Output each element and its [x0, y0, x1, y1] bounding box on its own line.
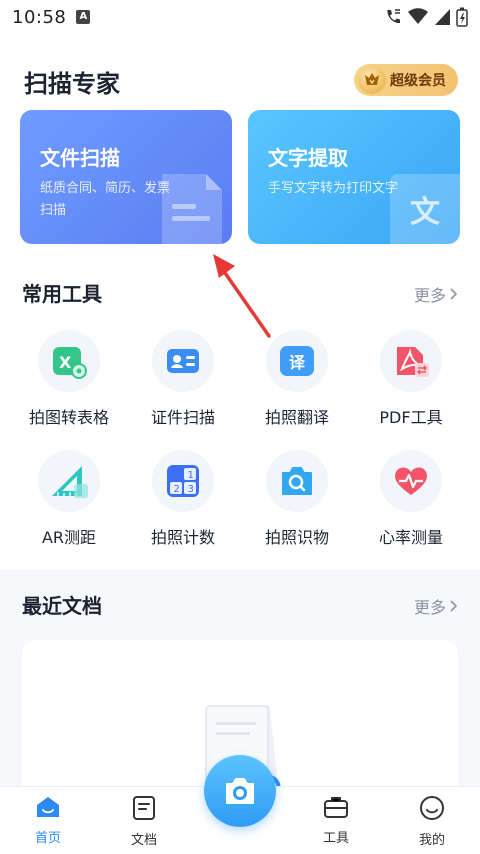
chevron-right-icon — [450, 600, 458, 612]
status-bar: 10:58 A — [0, 0, 480, 34]
nav-mine-label: 我的 — [418, 833, 445, 848]
nav-docs-label: 文档 — [130, 833, 157, 848]
tool-label: 拍照识物 — [264, 528, 329, 547]
ruler-icon — [38, 450, 100, 512]
annotation-arrow — [213, 254, 271, 338]
document-list-icon — [133, 796, 155, 820]
pdf-icon — [380, 330, 442, 392]
text-extract-title: 文字提取 — [268, 146, 348, 170]
nav-tools-label: 工具 — [322, 831, 349, 846]
tool-id-scan[interactable]: 证件扫描 — [126, 330, 240, 428]
document-icon — [162, 174, 222, 244]
heart-rate-icon — [380, 450, 442, 512]
object-recognition-icon — [266, 450, 328, 512]
count-icon: 123 — [152, 450, 214, 512]
tool-ar-measure[interactable]: AR测距 — [12, 450, 126, 548]
profile-smile-icon — [420, 796, 444, 820]
tool-label: 拍图转表格 — [28, 408, 109, 427]
tool-label: PDF工具 — [379, 408, 443, 427]
svg-text:1: 1 — [188, 470, 194, 481]
home-icon — [37, 797, 59, 817]
battery-icon — [456, 7, 468, 27]
file-scan-card[interactable]: 文件扫描 纸质合同、简历、发票扫描 — [20, 110, 232, 244]
tool-count[interactable]: 123 拍照计数 — [126, 450, 240, 548]
toolbox-icon — [324, 797, 348, 818]
status-time: 10:58 — [12, 6, 67, 28]
status-icons — [384, 7, 468, 27]
tool-object-recognition[interactable]: 拍照识物 — [240, 450, 354, 548]
tool-label: 拍照计数 — [150, 528, 215, 547]
table-scan-icon: X — [38, 330, 100, 392]
wifi-icon — [408, 8, 428, 24]
tool-label: 拍照翻译 — [264, 408, 329, 427]
tool-table-scan[interactable]: X 拍图转表格 — [12, 330, 126, 428]
tools-more-link[interactable]: 更多 — [414, 282, 458, 306]
recent-section-title: 最近文档 — [22, 594, 102, 618]
nav-home-label: 首页 — [34, 831, 61, 846]
nav-home[interactable]: 首页 — [8, 795, 88, 846]
text-scan-glyph: 文 — [410, 195, 440, 230]
file-scan-desc: 纸质合同、简历、发票扫描 — [40, 181, 171, 218]
signal-icon — [435, 9, 450, 25]
nav-mine[interactable]: 我的 — [392, 795, 472, 848]
tool-translate[interactable]: 译 拍照翻译 — [240, 330, 354, 428]
text-scan-icon: 文 — [390, 174, 460, 244]
camera-scan-button[interactable] — [204, 755, 276, 827]
nav-docs[interactable]: 文档 — [104, 795, 184, 848]
tool-label: 心率测量 — [378, 528, 443, 547]
nav-tools[interactable]: 工具 — [296, 795, 376, 846]
tool-heart-rate[interactable]: 心率测量 — [354, 450, 468, 548]
file-scan-title: 文件扫描 — [40, 146, 120, 170]
app-screen: 10:58 A 扫描专家 超级会员 文件扫描 纸质合同、简历、发票扫描 文字提取… — [0, 0, 480, 854]
recent-more-link[interactable]: 更多 — [414, 594, 458, 618]
svg-text:2: 2 — [174, 484, 180, 495]
svg-text:X: X — [59, 353, 72, 372]
tool-label: AR测距 — [41, 528, 97, 547]
tool-label: 证件扫描 — [150, 408, 215, 427]
vip-badge-button[interactable]: 超级会员 — [354, 64, 458, 96]
page-title: 扫描专家 — [24, 70, 120, 98]
text-extract-card[interactable]: 文字提取 手写文字转为打印文字 文 — [248, 110, 460, 244]
svg-text:3: 3 — [188, 484, 194, 495]
tool-pdf[interactable]: PDF工具 — [354, 330, 468, 428]
vip-crown-icon — [358, 66, 386, 94]
text-extract-desc: 手写文字转为打印文字 — [268, 181, 399, 196]
call-icon — [387, 9, 400, 24]
header: 扫描专家 超级会员 — [0, 34, 480, 104]
camera-icon — [226, 778, 254, 804]
notification-icon: A — [76, 10, 91, 24]
tools-section-title: 常用工具 — [22, 282, 102, 306]
vip-label: 超级会员 — [390, 73, 446, 89]
tools-more-label: 更多 — [413, 286, 446, 305]
recent-more-label: 更多 — [413, 598, 446, 617]
chevron-right-icon — [450, 288, 458, 300]
translate-glyph: 译 — [280, 346, 314, 376]
